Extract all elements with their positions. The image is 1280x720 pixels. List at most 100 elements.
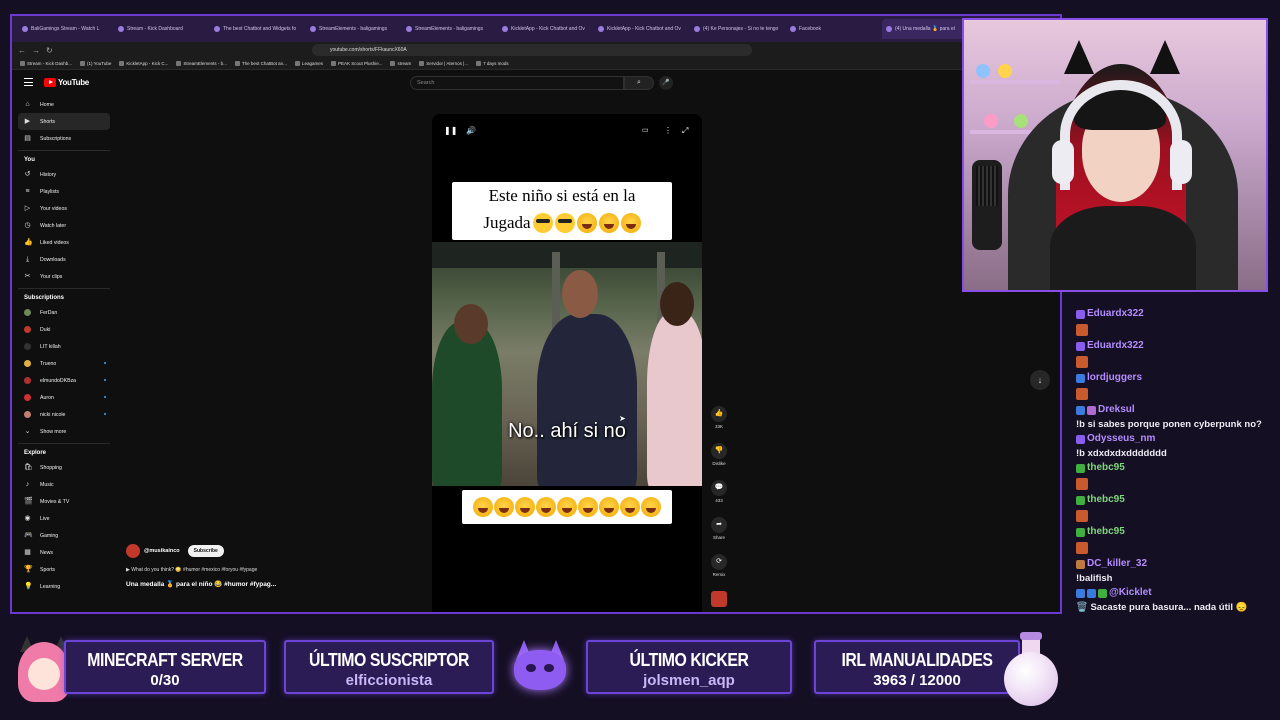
channel-avatar[interactable] bbox=[126, 544, 140, 558]
sidebar-item-shorts[interactable]: ▶ Shorts bbox=[18, 113, 110, 130]
sidebar-item-ferdan[interactable]: FerDan bbox=[18, 304, 110, 321]
chat-username[interactable]: Eduardx322 bbox=[1087, 338, 1144, 354]
browser-tab[interactable]: BaliGamings Stream - Watch L bbox=[18, 19, 112, 39]
bookmark-label: The best ChatBot an... bbox=[241, 61, 287, 66]
short-title[interactable]: Una medalla 🏅 para el niño 😂 #humor #fyp… bbox=[126, 580, 426, 588]
chat-username-row[interactable]: DC_killer_32 bbox=[1076, 556, 1276, 572]
browser-tab[interactable]: Stream - Kick Dashboard bbox=[114, 19, 208, 39]
sidebar-item-your-videos[interactable]: ▷ Your videos bbox=[18, 200, 110, 217]
browser-tab[interactable]: KickletApp - Kick Chatbot and Ov bbox=[498, 19, 592, 39]
sidebar-item-elmundodkbza[interactable]: elmundoDKBza bbox=[18, 372, 110, 389]
subscriptions-icon: ▤ bbox=[24, 135, 31, 142]
search-input[interactable]: Search bbox=[410, 76, 624, 90]
next-short-button[interactable]: ↓ bbox=[1030, 370, 1050, 390]
you-heading[interactable]: You bbox=[18, 150, 110, 166]
sidebar-item-gaming[interactable]: 🎮 Gaming bbox=[18, 527, 110, 544]
chat-username[interactable]: lordjuggers bbox=[1087, 370, 1142, 386]
pause-icon[interactable]: ❚❚ bbox=[444, 126, 457, 135]
browser-tab[interactable]: (4) Ke Personajes - Si no te tengo bbox=[690, 19, 784, 39]
laughing-emoji-icon bbox=[557, 497, 577, 517]
sidebar-item-live[interactable]: ◉ Live bbox=[18, 510, 110, 527]
bookmark-item[interactable]: Leagames bbox=[294, 61, 323, 66]
chat-username[interactable]: Odysseus_nm bbox=[1087, 431, 1155, 447]
channel-name[interactable]: @musikainco bbox=[144, 548, 180, 554]
chat-username-row[interactable]: thebc95 bbox=[1076, 492, 1276, 508]
browser-tab[interactable]: KickletApp - Kick Chatbot and Ov bbox=[594, 19, 688, 39]
chat-username-row[interactable]: Odysseus_nm bbox=[1076, 431, 1276, 447]
browser-tab[interactable]: StreamElements - baligamings bbox=[402, 19, 496, 39]
show-more-button[interactable]: ⌄ Show more bbox=[18, 423, 110, 440]
sidebar-item-shopping[interactable]: 🛍 Shopping bbox=[18, 459, 110, 476]
share-label: Share bbox=[712, 535, 725, 540]
bookmark-item[interactable]: The best ChatBot an... bbox=[234, 61, 287, 66]
browser-tab[interactable]: StreamElements - baligamings bbox=[306, 19, 400, 39]
chat-username[interactable]: @Kicklet bbox=[1109, 585, 1152, 601]
browser-tab[interactable]: Facebook bbox=[786, 19, 880, 39]
dislike-button[interactable]: 👎 Dislike bbox=[707, 443, 731, 480]
chat-username[interactable]: Eduardx322 bbox=[1087, 306, 1144, 322]
menu-icon[interactable] bbox=[24, 78, 33, 86]
sidebar-item-trueno[interactable]: Trueno bbox=[18, 355, 110, 372]
chat-username[interactable]: Dreksul bbox=[1098, 402, 1135, 418]
back-icon[interactable]: ← bbox=[18, 46, 26, 55]
bookmark-item[interactable]: Stream - Kick Dashb... bbox=[20, 61, 72, 66]
sidebar-item-duki[interactable]: Duki bbox=[18, 321, 110, 338]
chat-username-row[interactable]: thebc95 bbox=[1076, 460, 1276, 476]
reload-icon[interactable]: ↻ bbox=[46, 46, 53, 55]
captions-icon[interactable]: ▭ bbox=[642, 126, 649, 134]
sidebar-item-sports[interactable]: 🏆 Sports bbox=[18, 561, 110, 578]
browser-tab[interactable]: The best Chatbot and Widgets fo bbox=[210, 19, 304, 39]
bookmark-item[interactable]: StreamElements - b... bbox=[176, 61, 227, 66]
tab-favicon-icon bbox=[598, 26, 604, 32]
chat-username-row[interactable]: Eduardx322 bbox=[1076, 338, 1276, 354]
volume-icon[interactable]: 🔊 bbox=[466, 126, 476, 135]
description-text[interactable]: ▶ What do you think? 😳 #humor #mexico #f… bbox=[126, 567, 426, 573]
like-button[interactable]: 👍 33K bbox=[707, 406, 731, 443]
url-field[interactable]: youtube.com/shorts/FFkauncX60A bbox=[312, 44, 752, 56]
sidebar-item-movies-tv[interactable]: 🎬 Movies & TV bbox=[18, 493, 110, 510]
sidebar-item-liked-videos[interactable]: 👍 Liked videos bbox=[18, 234, 110, 251]
sidebar-item-history[interactable]: ↺ History bbox=[18, 166, 110, 183]
sidebar-item-music[interactable]: ♪ Music bbox=[18, 476, 110, 493]
sidebar-item-subscriptions[interactable]: ▤ Subscriptions bbox=[18, 130, 110, 147]
search-icon[interactable]: ⌕ bbox=[624, 76, 654, 90]
chat-username[interactable]: thebc95 bbox=[1087, 460, 1125, 476]
shorts-player[interactable]: ❚❚ 🔊 ▭ ⋮ ⤢ Este niño si está en la Jugad… bbox=[432, 114, 702, 612]
subscribe-button[interactable]: Subscribe bbox=[187, 545, 224, 557]
chat-username-row[interactable]: @Kicklet bbox=[1076, 585, 1276, 601]
sidebar-item-lit-killah[interactable]: LIT killah bbox=[18, 338, 110, 355]
comments-button[interactable]: 💬 433 bbox=[707, 480, 731, 517]
chat-username-row[interactable]: Eduardx322 bbox=[1076, 306, 1276, 322]
chat-username[interactable]: DC_killer_32 bbox=[1087, 556, 1147, 572]
sidebar-item-auron[interactable]: Auron bbox=[18, 389, 110, 406]
chat-username-row[interactable]: Dreksul bbox=[1076, 402, 1276, 418]
voice-search-icon[interactable]: 🎤 bbox=[659, 76, 673, 90]
explore-heading: Explore bbox=[18, 443, 110, 459]
chat-username[interactable]: thebc95 bbox=[1087, 524, 1125, 540]
chat-username[interactable]: thebc95 bbox=[1087, 492, 1125, 508]
sidebar-item-nicki-nicole[interactable]: nicki nicole bbox=[18, 406, 110, 423]
sidebar-item-downloads[interactable]: ⤓ Downloads bbox=[18, 251, 110, 268]
share-button[interactable]: ➦ Share bbox=[707, 517, 731, 554]
bookmark-item[interactable]: Servidor | Aternos |... bbox=[419, 61, 468, 66]
sidebar-item-watch-later[interactable]: ◷ Watch later bbox=[18, 217, 110, 234]
subscriptions-heading[interactable]: Subscriptions bbox=[18, 288, 110, 304]
sound-thumbnail[interactable] bbox=[711, 591, 727, 607]
bookmark-item[interactable]: stream bbox=[390, 61, 411, 66]
sidebar-item-playlists[interactable]: ≡ Playlists bbox=[18, 183, 110, 200]
chat-username-row[interactable]: thebc95 bbox=[1076, 524, 1276, 540]
chat-username-row[interactable]: lordjuggers bbox=[1076, 370, 1276, 386]
remix-button[interactable]: ⟳ Remix bbox=[707, 554, 731, 591]
sidebar-item-home[interactable]: ⌂ Home bbox=[18, 96, 110, 113]
bookmark-item[interactable]: PEAK Scout Plushie... bbox=[330, 61, 382, 66]
bookmark-item[interactable]: KickletApp - Kick C... bbox=[119, 61, 168, 66]
forward-icon[interactable]: → bbox=[32, 46, 40, 55]
youtube-logo[interactable]: YouTube bbox=[44, 78, 89, 87]
bookmark-item[interactable]: 7 days mods bbox=[476, 61, 509, 66]
fullscreen-icon[interactable]: ⤢ bbox=[682, 126, 688, 136]
more-icon[interactable]: ⋮ bbox=[664, 126, 672, 135]
sidebar-item-learning[interactable]: 💡 Learning bbox=[18, 578, 110, 595]
sidebar-item-your-clips[interactable]: ✂ Your clips bbox=[18, 268, 110, 285]
bookmark-item[interactable]: (1) YouTube bbox=[80, 61, 111, 66]
sidebar-item-news[interactable]: ▦ News bbox=[18, 544, 110, 561]
